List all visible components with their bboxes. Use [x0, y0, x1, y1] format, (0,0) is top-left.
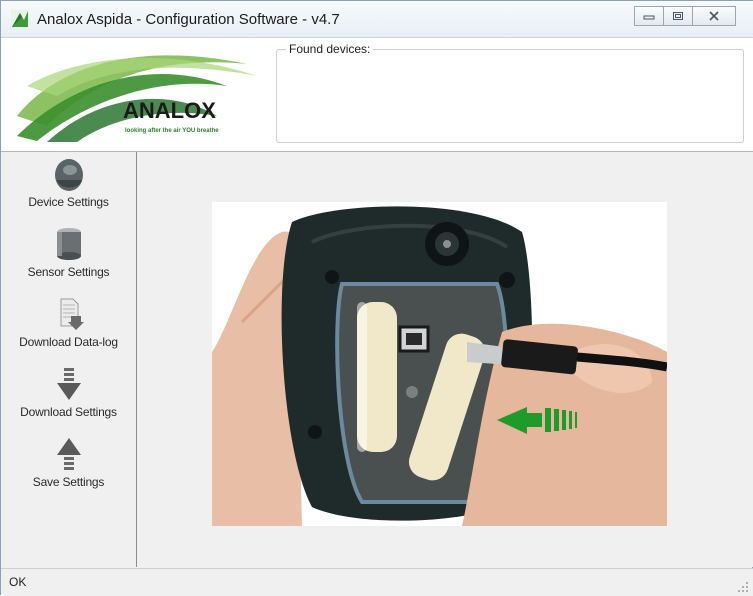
sidebar-item-label: Sensor Settings — [27, 265, 110, 279]
analox-logo: ANALOX looking after the air YOU breathe — [17, 55, 257, 142]
sensor-icon — [56, 228, 81, 260]
header-panel: ANALOX looking after the air YOU breathe… — [1, 38, 753, 152]
main-content — [137, 152, 753, 567]
logo-brand: ANALOX — [123, 98, 216, 123]
device-icon — [54, 159, 83, 191]
logo-tagline: looking after the air YOU breathe — [125, 128, 219, 134]
resize-grip-icon[interactable] — [737, 581, 749, 593]
sidebar-item-download-datalog[interactable]: Download Data-log — [1, 296, 136, 349]
sidebar: Device Settings Sensor Settings Download… — [1, 152, 137, 567]
sidebar-item-download-settings[interactable]: Download Settings — [1, 366, 136, 419]
status-bar: OK — [1, 568, 753, 596]
app-icon — [11, 10, 29, 28]
sidebar-item-label: Device Settings — [28, 195, 109, 209]
sidebar-item-label: Save Settings — [32, 475, 105, 489]
found-devices-label: Found devices: — [286, 42, 374, 56]
device-usb-connection-photo — [212, 202, 667, 526]
sidebar-item-device-settings[interactable]: Device Settings — [1, 156, 136, 209]
upload-arrow-icon — [56, 438, 81, 470]
window-controls — [634, 6, 736, 26]
sidebar-item-label: Download Data-log — [19, 335, 118, 349]
minimize-icon — [643, 15, 655, 20]
found-devices-list[interactable] — [276, 49, 744, 143]
close-button[interactable] — [692, 6, 736, 26]
sidebar-item-sensor-settings[interactable]: Sensor Settings — [1, 226, 136, 279]
window-title: Analox Aspida - Configuration Software -… — [37, 11, 340, 28]
maximize-icon — [673, 12, 683, 20]
download-datalog-icon — [60, 298, 84, 330]
maximize-button[interactable] — [663, 6, 693, 26]
minimize-button[interactable] — [634, 6, 664, 26]
sidebar-item-save-settings[interactable]: Save Settings — [1, 436, 136, 489]
download-arrow-icon — [56, 368, 81, 400]
sidebar-item-label: Download Settings — [20, 405, 117, 419]
close-icon — [709, 11, 719, 21]
status-text: OK — [9, 575, 27, 589]
app-window: Analox Aspida - Configuration Software -… — [0, 0, 753, 596]
title-bar[interactable]: Analox Aspida - Configuration Software -… — [1, 1, 753, 38]
